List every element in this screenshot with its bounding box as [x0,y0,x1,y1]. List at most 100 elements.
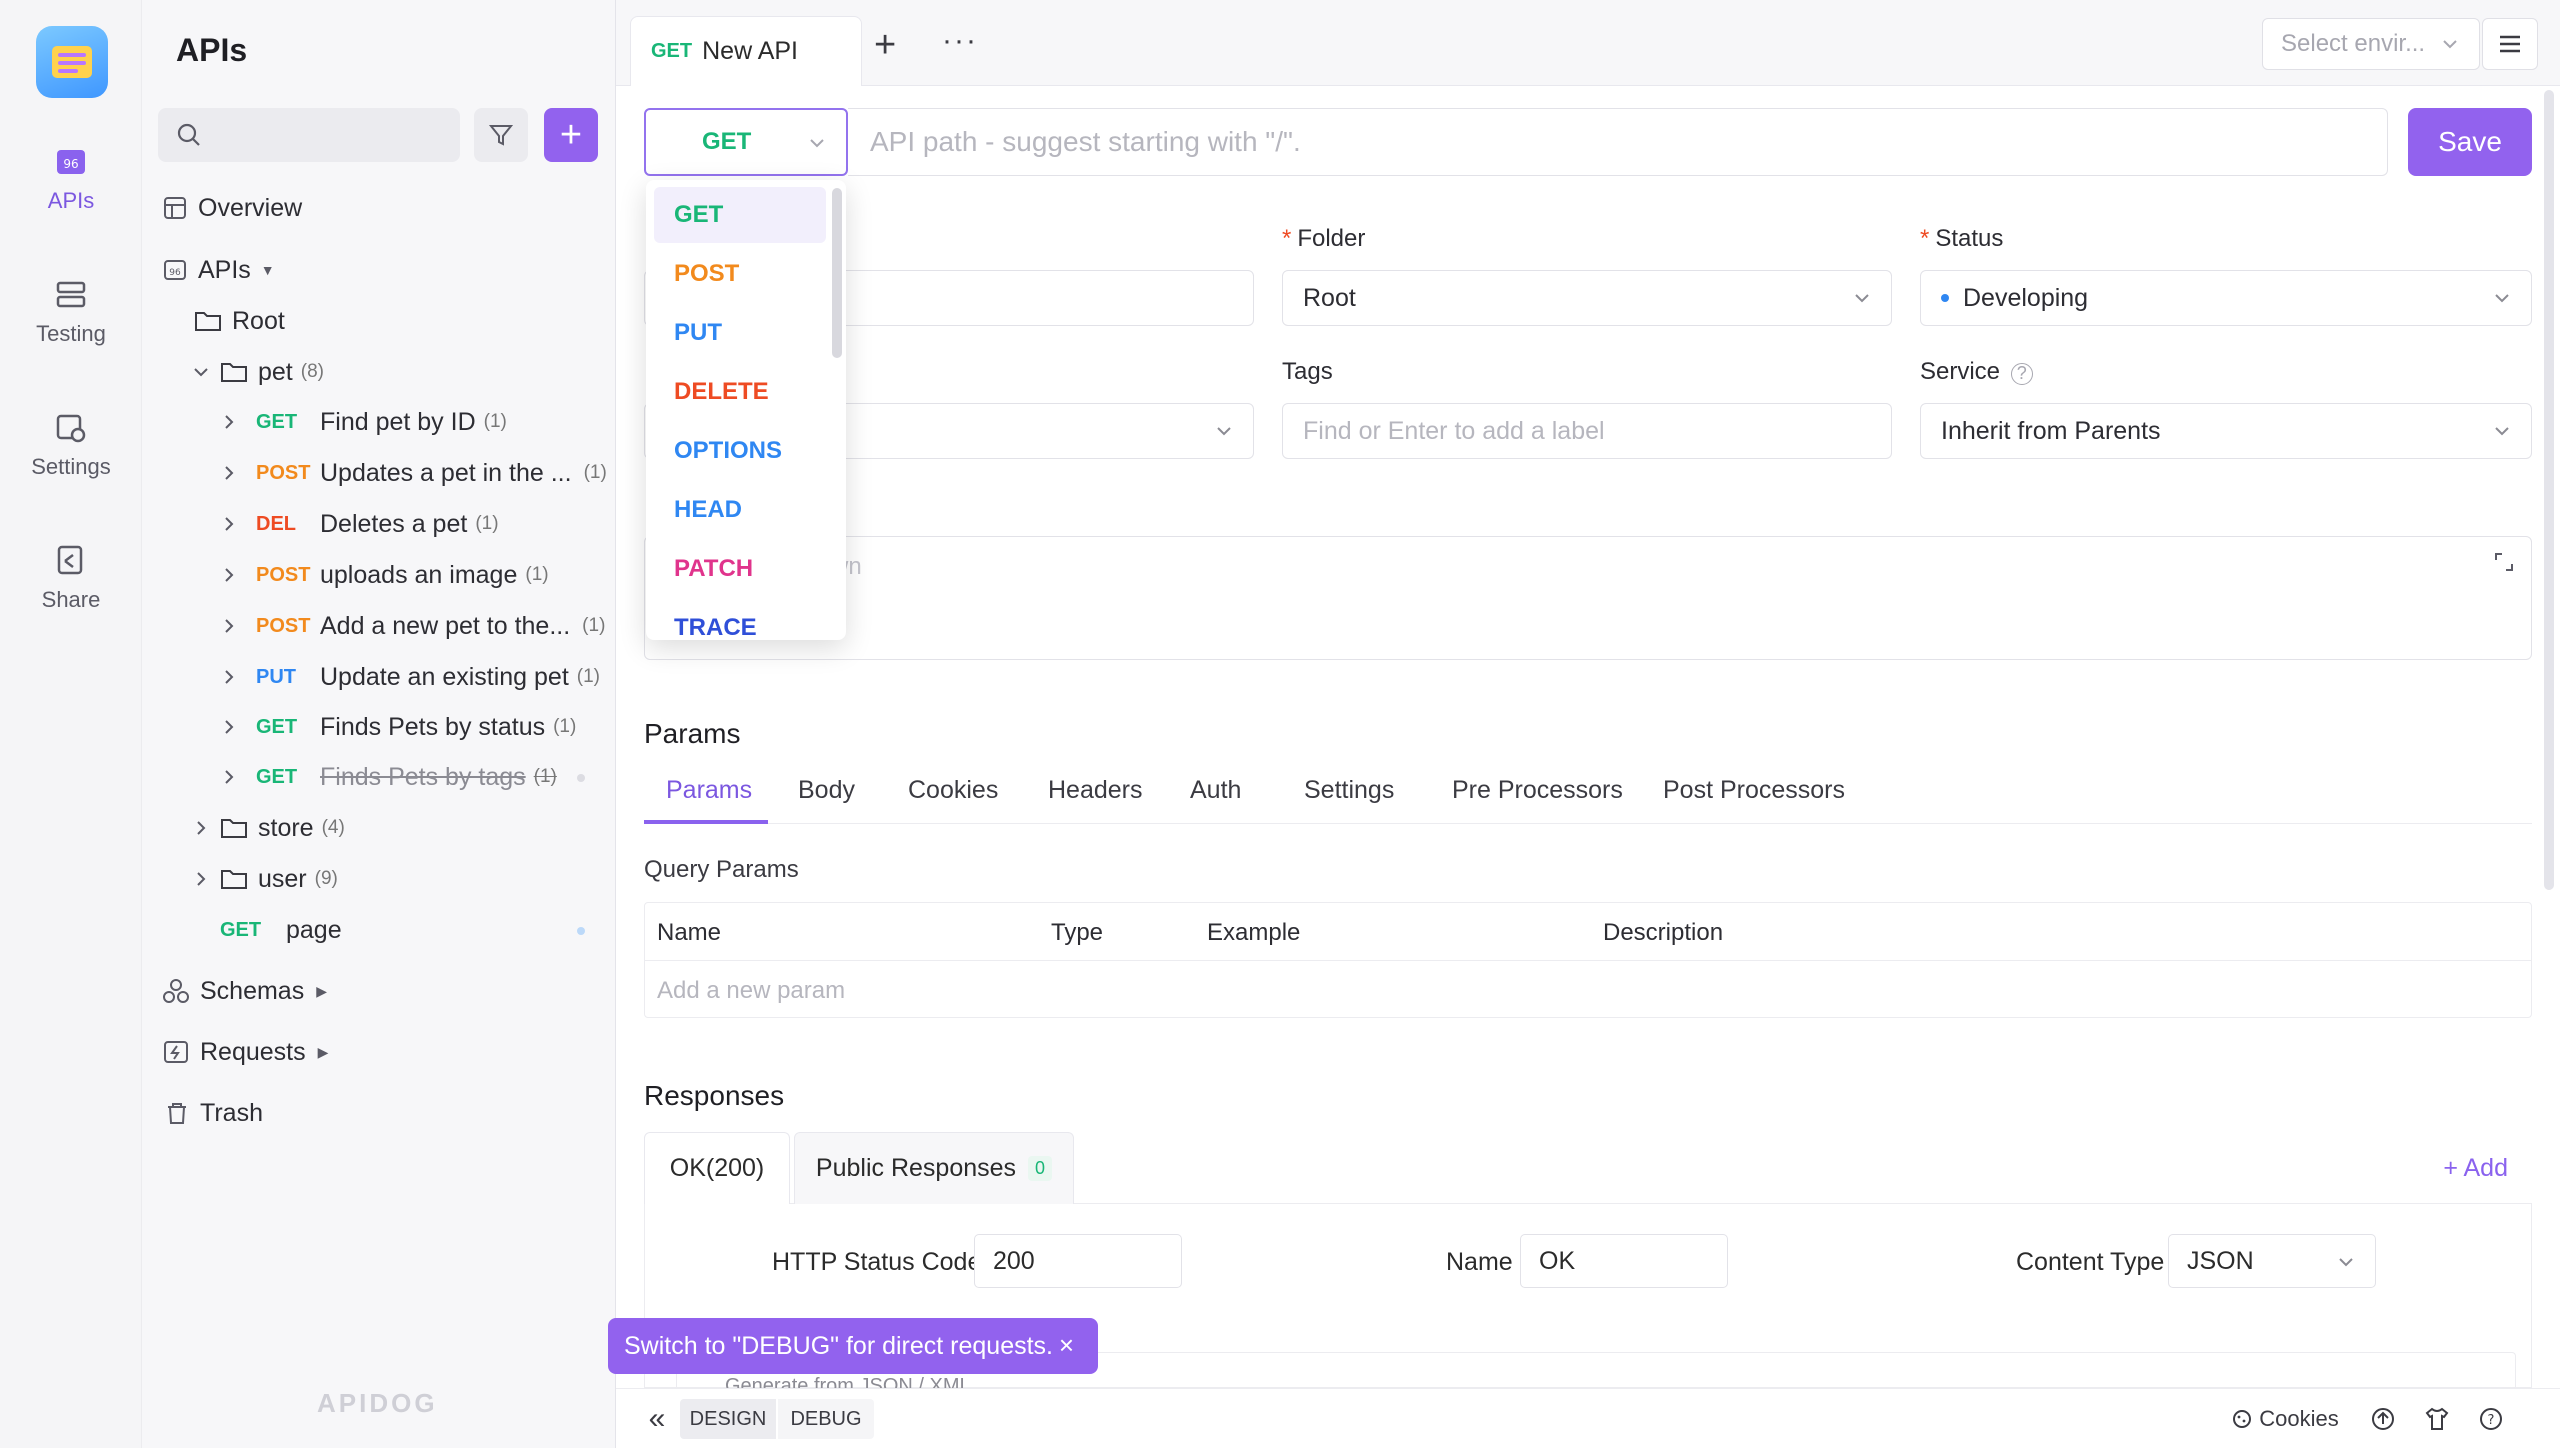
api-count: (1) [475,513,499,534]
theme-button[interactable] [2422,1399,2452,1439]
method-option-options[interactable]: OPTIONS [654,423,826,479]
design-mode-button[interactable]: DESIGN [680,1399,776,1439]
method-option-get[interactable]: GET [654,187,826,243]
service-select[interactable]: Inherit from Parents [1920,403,2532,459]
folder-root[interactable]: Root [194,298,285,344]
expand-icon[interactable] [2493,551,2515,573]
rail-item-settings[interactable]: Settings [0,410,142,480]
dropdown-scrollbar[interactable] [832,188,842,358]
method-select[interactable]: GET [644,108,848,176]
tab-settings[interactable]: Settings [1304,776,1394,805]
method-option-delete[interactable]: DELETE [654,364,826,420]
status-select[interactable]: Developing [1920,270,2532,326]
apis-small-icon: 96 [164,260,186,280]
method-option-head[interactable]: HEAD [654,482,826,538]
response-name-input[interactable]: OK [1520,1234,1728,1288]
tags-input[interactable]: Find or Enter to add a label [1282,403,1892,459]
tab-auth[interactable]: Auth [1190,776,1241,805]
api-name: Deletes a pet [320,509,468,538]
help-button[interactable]: ? [2476,1399,2506,1439]
api-path-input[interactable]: API path - suggest starting with "/". [848,108,2388,176]
sidebar-item-trash[interactable]: Trash [164,1090,263,1136]
api-item-deletes-pet[interactable]: DEL Deletes a pet (1) [220,501,499,547]
cookies-label: Cookies [2259,1406,2339,1431]
add-param-input[interactable]: Add a new param [657,977,845,1005]
cookies-button[interactable]: Cookies [2230,1399,2340,1439]
api-count: (1) [483,411,507,432]
close-icon[interactable]: × [1059,1330,1074,1361]
rail-item-apis[interactable]: 96 APIs [0,144,142,214]
method-option-patch[interactable]: PATCH [654,541,826,597]
api-item-find-by-tags[interactable]: GET Finds Pets by tags (1) [220,754,557,800]
sidebar-search-input[interactable] [158,108,460,162]
api-item-uploads-image[interactable]: POST uploads an image (1) [220,552,549,598]
method-badge: GET [220,918,262,941]
plus-icon: + [559,114,583,156]
api-name: page [286,915,342,944]
sidebar-item-apis[interactable]: 96 APIs ▼ [162,247,275,293]
generate-from-json-link[interactable]: Generate from JSON / XML [725,1375,971,1388]
tab-post-processors[interactable]: Post Processors [1663,776,1845,805]
api-item-find-by-status[interactable]: GET Finds Pets by status (1) [220,704,576,750]
upload-button[interactable] [2368,1399,2398,1439]
status-value: Developing [1963,283,2089,312]
main-scrollbar[interactable] [2544,90,2554,890]
method-option-trace[interactable]: TRACE [654,600,826,640]
api-item-add-pet[interactable]: POST Add a new pet to the... (1) [220,603,605,649]
rail-item-testing[interactable]: Testing [0,277,142,347]
menu-button[interactable] [2482,18,2538,70]
method-option-put[interactable]: PUT [654,305,826,361]
add-response-button[interactable]: + Add [2443,1154,2508,1183]
cookie-icon [2233,1410,2252,1428]
api-item-updates-pet[interactable]: POST Updates a pet in the ... (1) [220,450,607,496]
tab-body[interactable]: Body [798,776,855,805]
rail-item-share[interactable]: Share [0,543,142,613]
upload-icon [2372,1408,2394,1430]
tab-cookies[interactable]: Cookies [908,776,998,805]
tab-public-responses[interactable]: Public Responses 0 [794,1132,1074,1204]
environment-select[interactable]: Select envir... [2262,18,2480,70]
tab-headers[interactable]: Headers [1048,776,1143,805]
folder-pet[interactable]: pet (8) [192,349,324,395]
tab-pre-processors[interactable]: Pre Processors [1452,776,1623,805]
filter-icon [488,125,514,146]
filter-button[interactable] [474,108,528,162]
method-option-post[interactable]: POST [654,246,826,302]
method-badge: POST [256,563,311,586]
add-api-button[interactable]: + [544,108,598,162]
folder-user[interactable]: user (9) [192,856,338,902]
folder-store[interactable]: store (4) [192,805,345,851]
api-item-update-pet[interactable]: PUT Update an existing pet (1) [220,654,600,700]
new-tab-button[interactable]: + [874,26,896,64]
app-logo[interactable] [36,26,108,98]
plus-icon: + [874,24,897,66]
folder-select[interactable]: Root [1282,270,1892,326]
chevron-down-icon [810,139,824,148]
api-name: Updates a pet in the ... [320,458,572,487]
description-textarea[interactable]: wn [644,536,2532,660]
status-code-input[interactable]: 200 [974,1234,1182,1288]
tab-new-api[interactable]: GET New API [630,16,862,86]
sidebar-item-schemas[interactable]: Schemas ▶ [162,968,327,1014]
chevron-down-icon [2339,1258,2353,1267]
debug-mode-button[interactable]: DEBUG [778,1399,874,1439]
tab-ok-200[interactable]: OK(200) [644,1132,790,1204]
api-count: (1) [583,462,607,483]
tab-params[interactable]: Params [666,776,752,805]
sidebar-item-overview[interactable]: Overview [162,185,302,231]
more-tabs-button[interactable]: ··· [942,24,978,58]
active-tab-underline [644,820,768,824]
help-icon[interactable]: ? [2010,363,2033,385]
api-item-page[interactable]: GET page [220,907,342,953]
chevron-down-icon [1855,294,1869,303]
api-name: Finds Pets by tags [320,762,526,791]
chevron-down-icon [2495,427,2509,436]
content-type-select[interactable]: JSON [2168,1234,2376,1288]
collapse-sidebar-button[interactable]: « [642,1399,672,1439]
content-type-value: JSON [2187,1246,2254,1275]
settings-icon [56,414,86,443]
sidebar-item-requests[interactable]: Requests ▶ [162,1029,328,1075]
api-count: (1) [553,716,577,737]
save-button[interactable]: Save [2408,108,2532,176]
api-item-find-pet-by-id[interactable]: GET Find pet by ID (1) [220,399,507,445]
